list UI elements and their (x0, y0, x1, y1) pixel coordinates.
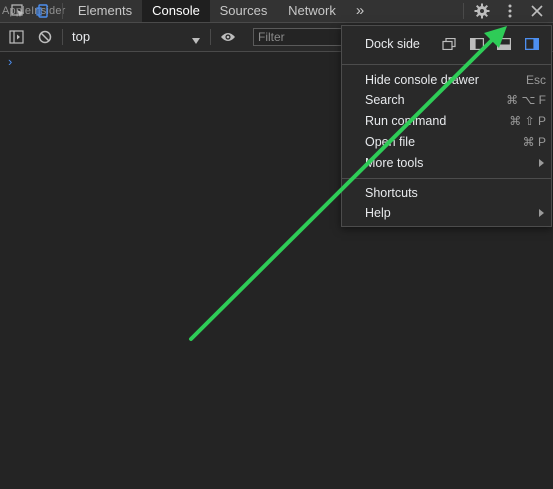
devtools-window: AppleInsider Elements Console Sources Ne… (0, 0, 553, 489)
chevron-down-icon[interactable] (192, 32, 200, 47)
console-prompt[interactable]: › (8, 54, 12, 69)
tab-network[interactable]: Network (279, 0, 345, 22)
menu-item-shortcut: Esc (525, 73, 546, 87)
context-selector[interactable]: top (72, 29, 90, 44)
menu-item-run-command[interactable]: Run command ⌘ ⇧ P (342, 111, 551, 131)
filter-input[interactable] (254, 29, 346, 45)
dock-left-icon[interactable] (470, 38, 485, 51)
tab-bar: AppleInsider Elements Console Sources Ne… (0, 0, 553, 23)
inspect-element-icon[interactable] (10, 3, 26, 19)
menu-item-shortcut: ⌘ ⌥ F (506, 93, 546, 107)
divider (62, 3, 63, 19)
tab-elements[interactable]: Elements (70, 0, 140, 22)
device-toolbar-icon[interactable] (35, 3, 51, 19)
clear-console-icon[interactable] (37, 29, 53, 45)
toggle-sidebar-icon[interactable] (8, 29, 24, 45)
eye-icon[interactable] (220, 29, 236, 45)
menu-item-label: Run command (365, 114, 447, 128)
menu-divider (342, 64, 551, 65)
dock-right-icon[interactable] (524, 37, 540, 51)
menu-divider (342, 178, 551, 179)
menu-item-label: Hide console drawer (365, 73, 479, 87)
tab-sources[interactable]: Sources (212, 0, 275, 22)
menu-item-label: Shortcuts (365, 186, 418, 200)
menu-item-shortcuts[interactable]: Shortcuts (342, 183, 551, 203)
divider (463, 3, 464, 19)
menu-item-hide-console-drawer[interactable]: Hide console drawer Esc (342, 70, 551, 90)
tab-console[interactable]: Console (142, 0, 210, 22)
menu-item-open-file[interactable]: Open file ⌘ P (342, 132, 551, 152)
undock-icon[interactable] (442, 37, 456, 51)
menu-item-label: Search (365, 93, 405, 107)
more-tabs-button[interactable]: » (350, 0, 370, 22)
filter-field[interactable] (253, 28, 349, 46)
menu-item-shortcut: ⌘ P (522, 135, 546, 149)
dock-side-label: Dock side (365, 37, 420, 51)
more-options-icon[interactable] (502, 3, 518, 19)
divider (62, 29, 63, 45)
divider (210, 29, 211, 45)
close-icon[interactable] (529, 3, 545, 19)
menu-item-more-tools[interactable]: More tools (342, 153, 551, 173)
dock-bottom-icon[interactable] (497, 38, 512, 51)
menu-item-help[interactable]: Help (342, 203, 551, 223)
menu-item-search[interactable]: Search ⌘ ⌥ F (342, 90, 551, 110)
menu-item-label: More tools (365, 156, 424, 170)
submenu-arrow-icon (539, 159, 544, 167)
customize-menu: Dock side Hide console drawer Esc Search… (341, 25, 552, 227)
submenu-arrow-icon (539, 209, 544, 217)
menu-item-label: Open file (365, 135, 416, 149)
menu-item-label: Help (365, 206, 391, 220)
menu-item-shortcut: ⌘ ⇧ P (509, 114, 546, 128)
gear-icon[interactable] (474, 3, 490, 19)
